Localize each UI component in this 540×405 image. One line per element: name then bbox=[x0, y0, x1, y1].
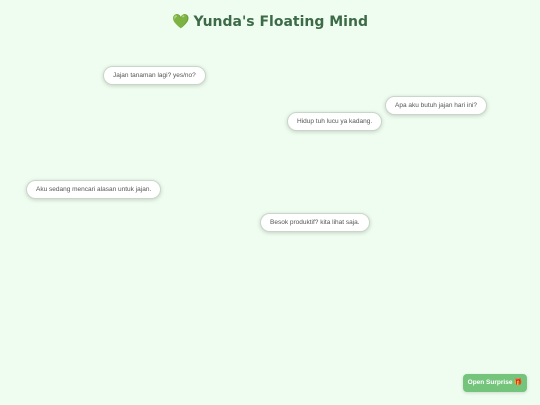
thought-bubble[interactable]: Apa aku butuh jajan hari ini? bbox=[385, 96, 488, 115]
thought-bubble[interactable]: Jajan tanaman lagi? yes/no? bbox=[103, 66, 206, 85]
page-title: 💚 Yunda's Floating Mind bbox=[0, 14, 540, 30]
green-heart-icon: 💚 bbox=[172, 14, 190, 30]
page-title-text: Yunda's Floating Mind bbox=[193, 14, 368, 30]
thought-bubble[interactable]: Hidup tuh lucu ya kadang. bbox=[287, 112, 383, 131]
thought-bubble[interactable]: Aku sedang mencari alasan untuk jajan. bbox=[26, 180, 162, 199]
open-surprise-button[interactable]: Open Surprise 🎁 bbox=[463, 374, 527, 392]
thought-bubble[interactable]: Besok produktif? kita lihat saja. bbox=[260, 213, 370, 232]
